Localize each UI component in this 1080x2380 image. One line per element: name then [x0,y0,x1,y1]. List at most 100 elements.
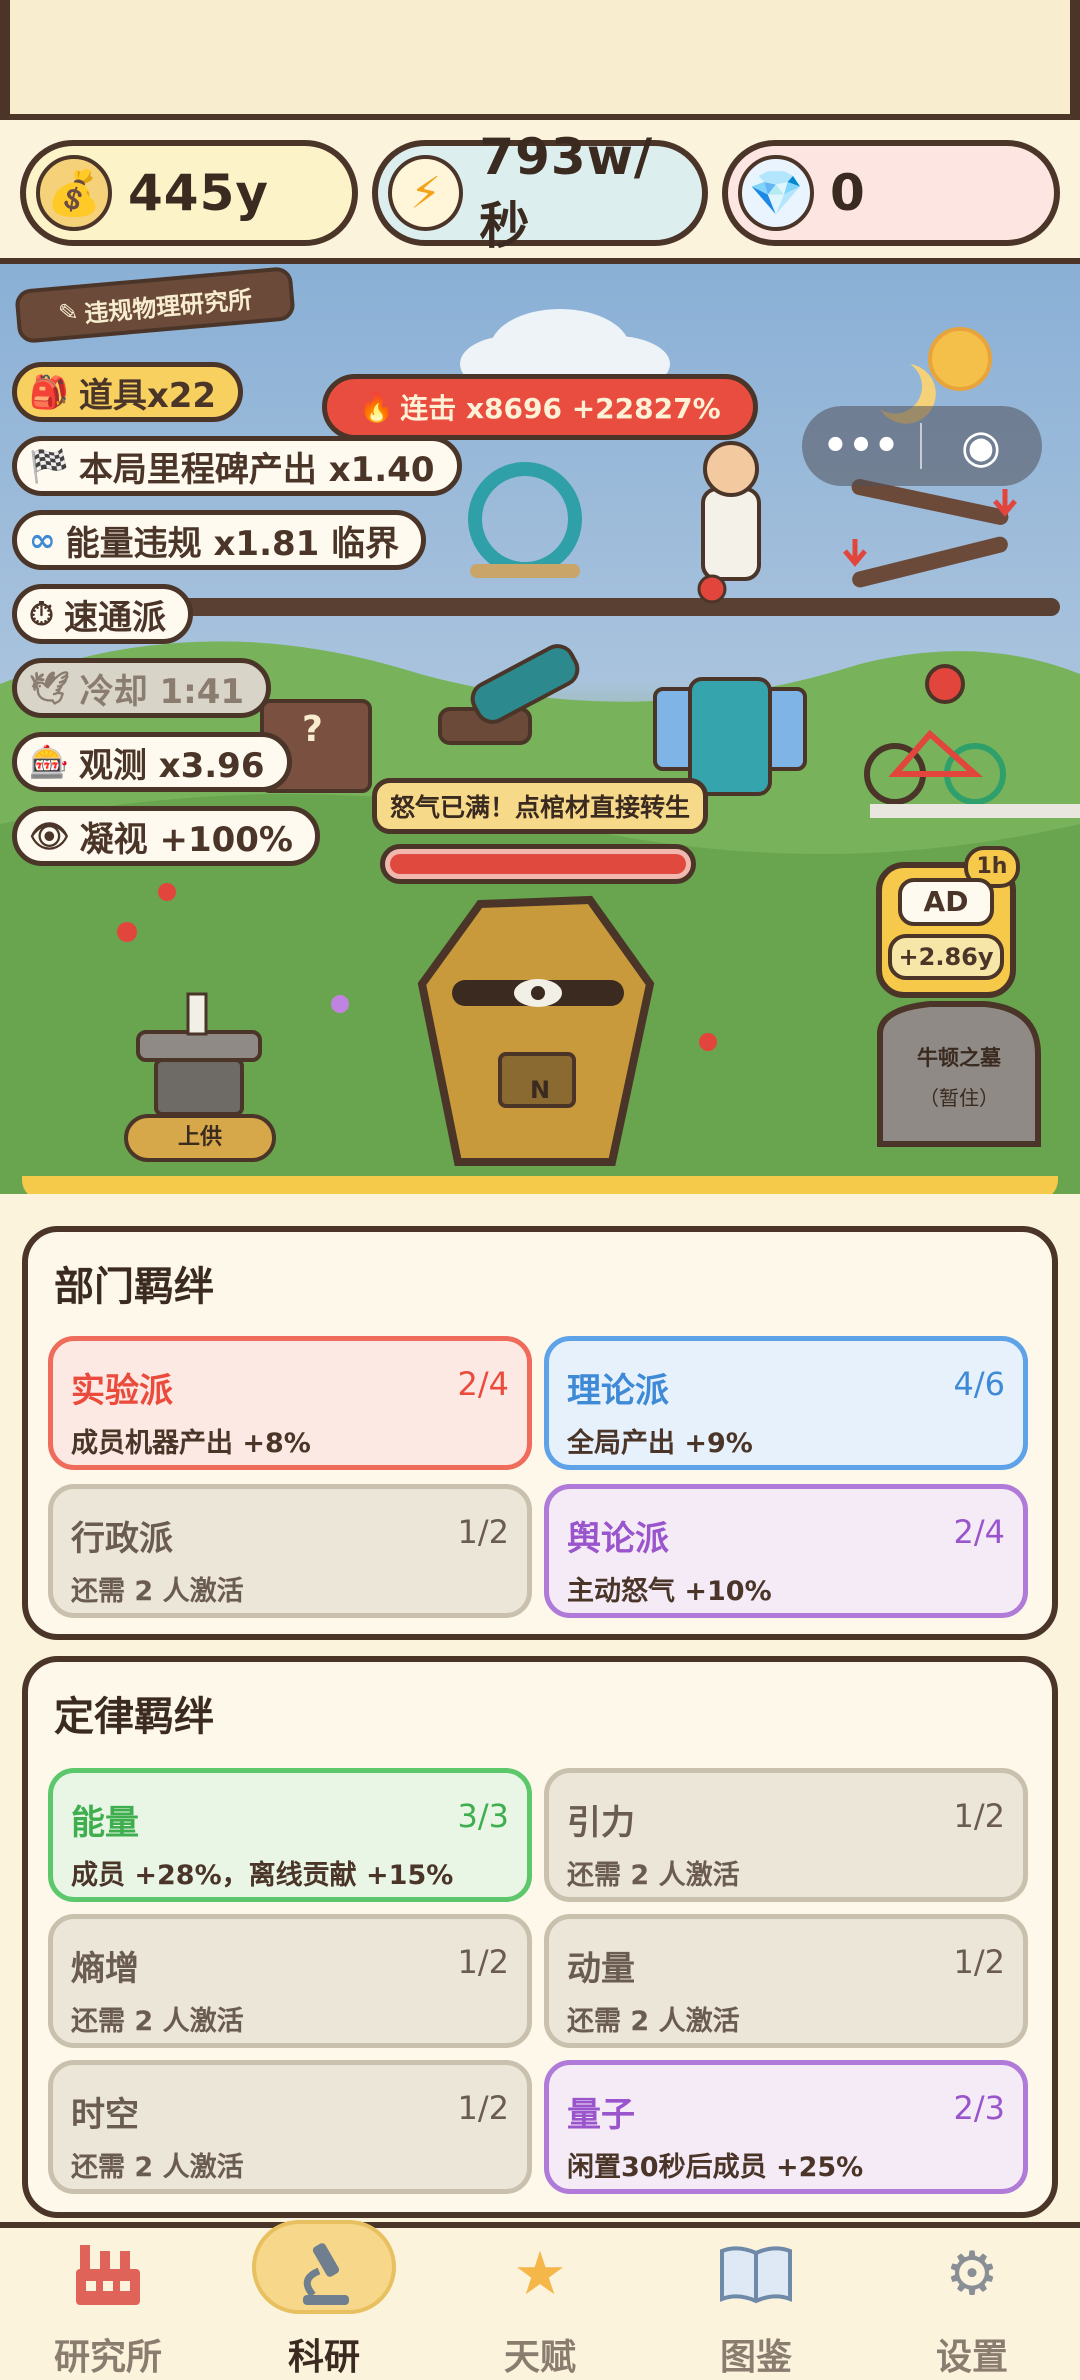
rage-text: 怒气已满！点棺材直接转生 [389,793,690,822]
nav-label: 研究所 [53,2337,162,2378]
fire-icon: 🔥 [359,390,395,424]
law-count: 1/2 [457,1943,510,1981]
bond-desc: 还需 2 人激活 [71,1576,244,1607]
newton-tomb[interactable]: 牛顿之墓 （暂住） [880,1006,1038,1146]
law-card-spacetime[interactable]: 时空 1/2 还需 2 人激活 [48,2060,532,2194]
lab-sign-label: 违规物理研究所 [83,285,254,328]
bond-count: 2/4 [457,1365,510,1403]
law-name: 时空 [71,2095,139,2135]
energy-value: 793w/秒 [479,128,654,255]
ad-bonus-button[interactable]: 1h AD +2.86y [876,846,1020,998]
items-tag[interactable]: 🎒 道具x22 [12,362,244,422]
department-bonds-title: 部门羁绊 [54,1264,214,1310]
law-desc: 还需 2 人激活 [71,2006,244,2037]
law-name: 熵增 [71,1949,139,1989]
rage-meter-fill [390,854,686,874]
coffin[interactable]: N [422,900,650,1162]
energy-violation-text: 能量违规 x1.81 临界 [65,523,400,564]
bond-name: 行政派 [71,1519,173,1559]
law-card-momentum[interactable]: 动量 1/2 还需 2 人激活 [544,1914,1028,2048]
law-name: 引力 [567,1803,635,1843]
bond-count: 2/4 [953,1513,1006,1551]
pencil-icon: ✎ [57,297,80,328]
offer-button[interactable]: 上供 [124,1114,276,1162]
top-frame [0,0,1080,120]
combo-text: 连击 x8696 +22827% [400,392,721,425]
law-count: 2/3 [953,2089,1006,2127]
game-scene[interactable]: ✎ 违规物理研究所 🔥 连击 x8696 +22827% ••• ◉ 🎒 道具x22 … [0,258,1080,1194]
slot-machine-icon: 🎰 [29,743,69,781]
law-name: 动量 [567,1949,635,1989]
milestone-text: 本局里程碑产出 x1.40 [78,449,435,490]
nav-research[interactable]: 科研 [216,2220,432,2378]
bond-desc: 全局产出 +9% [567,1428,753,1459]
menu-capsule[interactable]: ••• ◉ [802,406,1042,486]
energy-counter[interactable]: ⚡ 793w/秒 [372,128,708,255]
dove-icon: 🕊 [29,669,70,707]
law-bonds-panel: 定律羁绊 能量 3/3 成员 +28%，离线贡献 +15% 引力 1/2 还需 … [22,1656,1058,2218]
money-counter[interactable]: 💰 445y [20,140,358,246]
law-card-energy[interactable]: 能量 3/3 成员 +28%，离线贡献 +15% [48,1768,532,1902]
nav-label: 图鉴 [719,2337,792,2378]
nav-label: 设置 [935,2337,1008,2378]
gear-icon: ⚙ [945,2239,999,2309]
bond-desc: 成员机器产出 +8% [71,1428,311,1459]
law-desc: 还需 2 人激活 [567,1860,740,1891]
ad-reward: +2.86y [888,934,1004,980]
bond-card-experimental[interactable]: 实验派 2/4 成员机器产出 +8% [48,1336,532,1470]
close-target-icon[interactable]: ◉ [922,419,1040,473]
items-text: 道具x22 [78,375,217,416]
nav-codex[interactable]: 图鉴 [648,2228,864,2378]
nav-talent[interactable]: ★ 天赋 [432,2228,648,2378]
stopwatch-icon: ⏱ [29,594,54,633]
chest[interactable]: ? [262,701,370,791]
bond-name: 舆论派 [567,1519,669,1559]
bond-count: 4/6 [953,1365,1006,1403]
rage-banner: 怒气已满！点棺材直接转生 [372,778,708,834]
law-name: 能量 [71,1803,139,1843]
law-card-quantum[interactable]: 量子 2/3 闲置30秒后成员 +25% [544,2060,1028,2194]
gem-counter[interactable]: 💎 0 [722,140,1060,246]
bond-card-opinion[interactable]: 舆论派 2/4 主动怒气 +10% [544,1484,1028,1618]
law-desc: 还需 2 人激活 [71,2152,244,2183]
nav-research-institute[interactable]: 研究所 [0,2228,216,2378]
lightning-icon: ⚡ [388,155,464,231]
speedrun-tag: ⏱ 速通派 [12,584,193,644]
nav-settings[interactable]: ⚙ 设置 [864,2228,1080,2378]
law-card-entropy[interactable]: 熵增 1/2 还需 2 人激活 [48,1914,532,2048]
gaze-tag: 👁 凝视 +100% [12,806,320,866]
observe-text: 观测 x3.96 [78,745,265,786]
energy-violation-tag: ∞ 能量违规 x1.81 临界 [12,510,427,570]
law-bonds-title: 定律羁绊 [54,1694,214,1740]
law-desc: 还需 2 人激活 [567,2006,740,2037]
star-icon: ★ [513,2239,567,2309]
observe-tag: 🎰 观测 x3.96 [12,732,292,792]
bond-card-admin[interactable]: 行政派 1/2 还需 2 人激活 [48,1484,532,1618]
combo-banner: 🔥 连击 x8696 +22827% [322,374,758,440]
infinity-icon: ∞ [29,521,56,559]
coffin-letter: N [530,1076,551,1104]
law-card-gravity[interactable]: 引力 1/2 还需 2 人激活 [544,1768,1028,1902]
currency-bar: 💰 445y ⚡ 793w/秒 💎 0 [20,128,1060,255]
law-desc: 成员 +28%，离线贡献 +15% [71,1860,454,1891]
rage-meter [380,844,696,884]
bond-name: 实验派 [71,1371,173,1411]
bond-card-theory[interactable]: 理论派 4/6 全局产出 +9% [544,1336,1028,1470]
money-value: 445y [128,164,269,222]
ad-label: AD [898,878,994,926]
backpack-icon: 🎒 [29,373,69,411]
gaze-text: 凝视 +100% [79,819,293,860]
law-count: 1/2 [457,2089,510,2127]
cooldown-tag: 🕊 冷却 1:41 [12,658,272,718]
law-count: 1/2 [953,1797,1006,1835]
law-count: 1/2 [953,1943,1006,1981]
tomb-status: （暂住） [919,1086,999,1110]
scene-bottom-border [22,1176,1058,1194]
tomb-name: 牛顿之墓 [917,1046,1001,1070]
diamond-icon: 💎 [738,155,814,231]
question-mark: ? [302,709,323,750]
more-icon[interactable]: ••• [802,423,920,469]
nav-label: 科研 [287,2337,360,2378]
microscope-icon [284,2234,364,2314]
nav-label: 天赋 [503,2337,576,2378]
